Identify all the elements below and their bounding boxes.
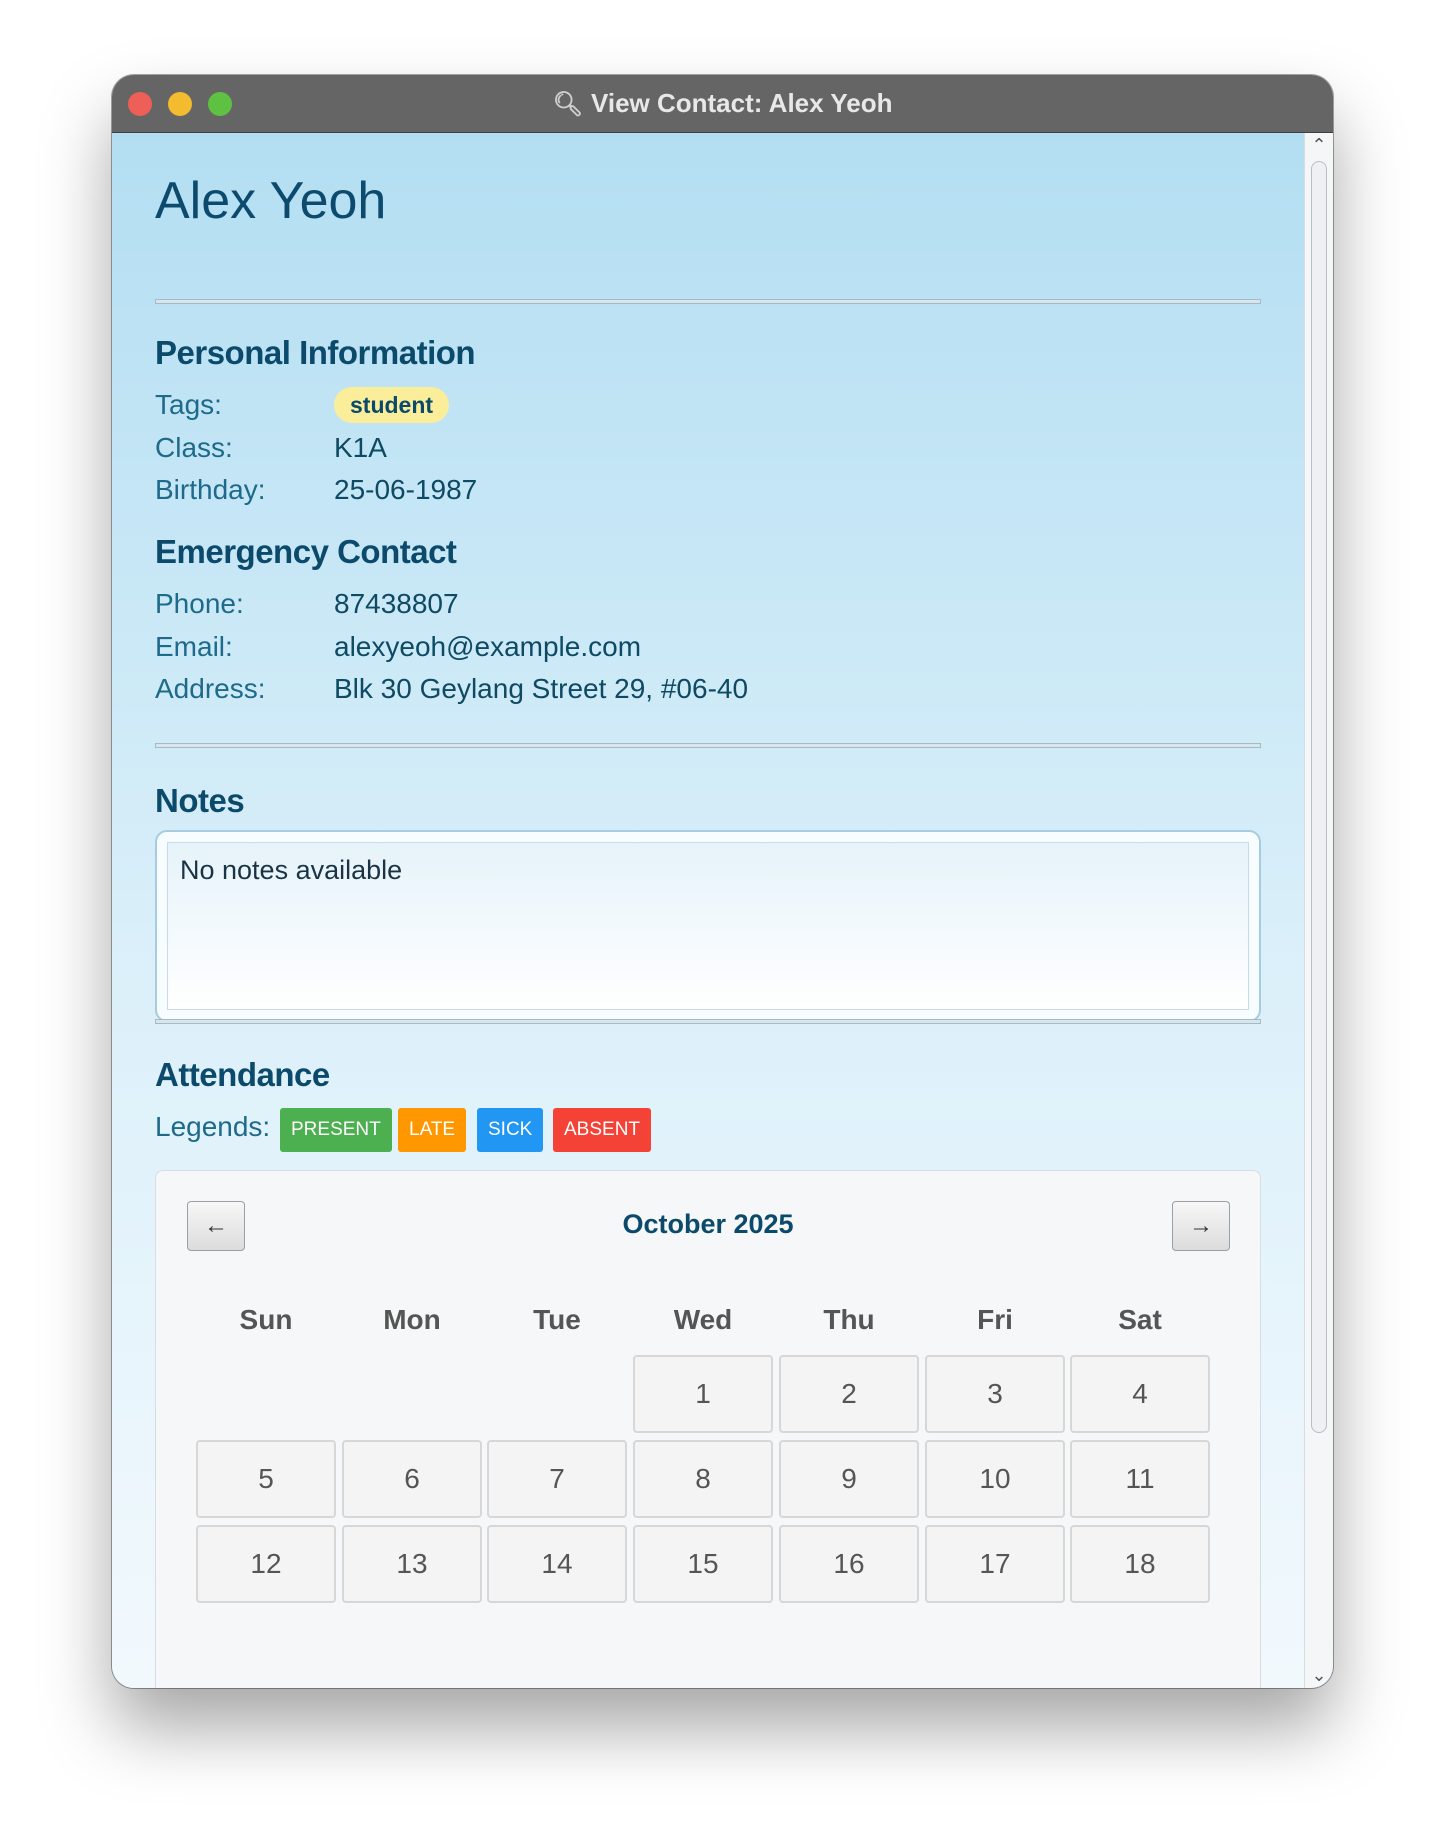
notes-text-area[interactable]: No notes available <box>167 842 1249 1010</box>
phone-label: Phone: <box>155 588 244 619</box>
calendar-day[interactable]: 3 <box>925 1355 1065 1433</box>
legend-present: PRESENT <box>280 1108 392 1152</box>
class-value: K1A <box>334 432 387 463</box>
contact-name: Alex Yeoh <box>155 172 387 230</box>
emergency-contact-heading: Emergency Contact <box>155 533 457 570</box>
weekday-header: Mon <box>383 1304 441 1335</box>
address-label: Address: <box>155 673 266 704</box>
weekday-header: Sat <box>1118 1304 1162 1335</box>
calendar-month-title: October 2025 <box>622 1209 794 1239</box>
notes-box: No notes available <box>155 830 1261 1022</box>
calendar-day[interactable]: 6 <box>342 1440 482 1518</box>
calendar-day[interactable]: 18 <box>1070 1525 1210 1603</box>
magnifier-icon: 🔍︎ <box>552 91 583 118</box>
calendar-day[interactable]: 2 <box>779 1355 919 1433</box>
divider <box>155 299 1261 304</box>
class-label: Class: <box>155 432 233 463</box>
calendar-day[interactable]: 15 <box>633 1525 773 1603</box>
attendance-calendar: ← October 2025 → Sun Mon Tue Wed Thu Fri… <box>155 1170 1261 1688</box>
calendar-day[interactable]: 12 <box>196 1525 336 1603</box>
scrollbar-thumb[interactable] <box>1311 161 1327 1433</box>
tag-student: student <box>334 387 450 423</box>
window-title-text: View Contact: Alex Yeoh <box>590 88 893 118</box>
weekday-header: Wed <box>673 1304 733 1335</box>
email-label: Email: <box>155 631 233 662</box>
calendar-day[interactable]: 5 <box>196 1440 336 1518</box>
calendar-day[interactable]: 9 <box>779 1440 919 1518</box>
calendar-day[interactable]: 13 <box>342 1525 482 1603</box>
calendar-day[interactable]: 17 <box>925 1525 1065 1603</box>
calendar-day[interactable]: 11 <box>1070 1440 1210 1518</box>
weekday-header: Fri <box>977 1304 1013 1335</box>
divider <box>155 743 1261 748</box>
legend-late: LATE <box>398 1108 467 1152</box>
calendar-day[interactable]: 8 <box>633 1440 773 1518</box>
email-value: alexyeoh@example.com <box>334 631 642 662</box>
chevron-down-icon[interactable]: ⌄ <box>1305 1665 1333 1686</box>
contact-details-panel[interactable]: Alex Yeoh Personal Information Tags: stu… <box>112 133 1305 1688</box>
birthday-label: Birthday: <box>155 474 266 505</box>
birthday-value: 25-06-1987 <box>334 474 478 505</box>
vertical-scrollbar[interactable]: ⌃ ⌄ <box>1304 133 1333 1688</box>
legends-label: Legends: <box>155 1111 271 1142</box>
legend-absent: ABSENT <box>553 1108 652 1152</box>
weekday-header: Sun <box>239 1304 293 1335</box>
notes-text: No notes available <box>180 855 403 885</box>
calendar-day[interactable]: 14 <box>487 1525 627 1603</box>
calendar-day[interactable]: 10 <box>925 1440 1065 1518</box>
tags-label: Tags: <box>155 389 222 420</box>
notes-heading: Notes <box>155 782 245 819</box>
divider <box>155 1019 1261 1024</box>
calendar-day[interactable]: 7 <box>487 1440 627 1518</box>
weekday-header: Thu <box>823 1304 875 1335</box>
chevron-up-icon[interactable]: ⌃ <box>1305 135 1333 156</box>
personal-info-heading: Personal Information <box>155 334 476 371</box>
phone-value: 87438807 <box>334 588 459 619</box>
legend-sick: SICK <box>477 1108 544 1152</box>
next-month-button[interactable]: → <box>1172 1201 1230 1251</box>
window-title: 🔍︎ View Contact: Alex Yeoh <box>112 75 1333 132</box>
title-bar[interactable]: 🔍︎ View Contact: Alex Yeoh <box>112 75 1333 133</box>
address-value: Blk 30 Geylang Street 29, #06-40 <box>334 673 749 704</box>
weekday-header: Tue <box>533 1304 581 1335</box>
calendar-day[interactable]: 16 <box>779 1525 919 1603</box>
arrow-right-icon: → <box>1189 1212 1213 1239</box>
contact-window: 🔍︎ View Contact: Alex Yeoh Alex Yeoh Pers… <box>112 75 1333 1688</box>
calendar-day[interactable]: 4 <box>1070 1355 1210 1433</box>
calendar-day[interactable]: 1 <box>633 1355 773 1433</box>
attendance-heading: Attendance <box>155 1056 330 1093</box>
